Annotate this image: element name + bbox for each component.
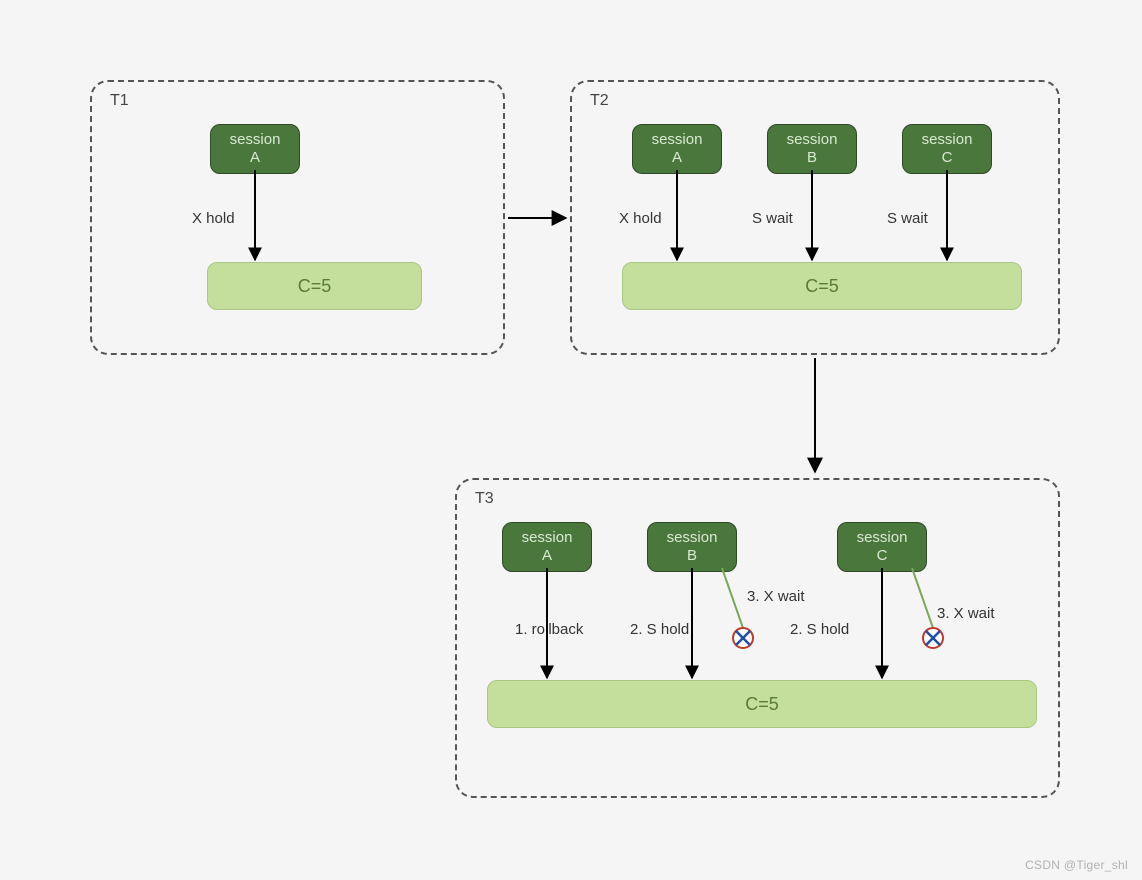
t1-arrow-a-label: X hold xyxy=(192,210,235,227)
t1-arrows-svg xyxy=(92,82,507,357)
t3-data: C=5 xyxy=(487,680,1037,728)
t2-data: C=5 xyxy=(622,262,1022,310)
panel-t3: T3 session A session B session C 1. roll… xyxy=(455,478,1060,798)
session-word: session xyxy=(857,529,908,546)
panel-t2-label: T2 xyxy=(590,92,609,110)
t1-data: C=5 xyxy=(207,262,422,310)
t2-session-b: session B xyxy=(767,124,857,174)
t3-arrow-c-main-label: 2. S hold xyxy=(790,621,849,638)
session-word: session xyxy=(652,131,703,148)
session-word: session xyxy=(230,131,281,148)
block-icon xyxy=(733,628,753,648)
panel-t1-label: T1 xyxy=(110,92,129,110)
data-value: C=5 xyxy=(745,694,779,715)
session-word: session xyxy=(667,529,718,546)
session-id: A xyxy=(542,547,552,564)
block-icon xyxy=(923,628,943,648)
panel-t1: T1 session A X hold C=5 xyxy=(90,80,505,355)
t3-session-b: session B xyxy=(647,522,737,572)
t3-session-a: session A xyxy=(502,522,592,572)
t2-arrow-b-label: S wait xyxy=(752,210,793,227)
t3-arrow-b-main-label: 2. S hold xyxy=(630,621,689,638)
panel-t3-label: T3 xyxy=(475,490,494,508)
t2-session-a: session A xyxy=(632,124,722,174)
t3-arrow-b-side-label: 3. X wait xyxy=(747,588,805,605)
panel-t2: T2 session A session B session C X hold … xyxy=(570,80,1060,355)
session-word: session xyxy=(787,131,838,148)
session-id: C xyxy=(942,149,953,166)
session-id: C xyxy=(877,547,888,564)
t2-arrow-c-label: S wait xyxy=(887,210,928,227)
session-word: session xyxy=(922,131,973,148)
data-value: C=5 xyxy=(298,276,332,297)
watermark: CSDN @Tiger_shl xyxy=(1025,858,1128,872)
t2-session-c: session C xyxy=(902,124,992,174)
t3-arrow-a-label: 1. rollback xyxy=(515,621,583,638)
session-id: B xyxy=(807,149,817,166)
session-id: A xyxy=(672,149,682,166)
session-id: A xyxy=(250,149,260,166)
data-value: C=5 xyxy=(805,276,839,297)
session-id: B xyxy=(687,547,697,564)
session-word: session xyxy=(522,529,573,546)
t1-session-a: session A xyxy=(210,124,300,174)
t3-session-c: session C xyxy=(837,522,927,572)
t3-arrow-c-side-label: 3. X wait xyxy=(937,605,995,622)
t2-arrow-a-label: X hold xyxy=(619,210,662,227)
